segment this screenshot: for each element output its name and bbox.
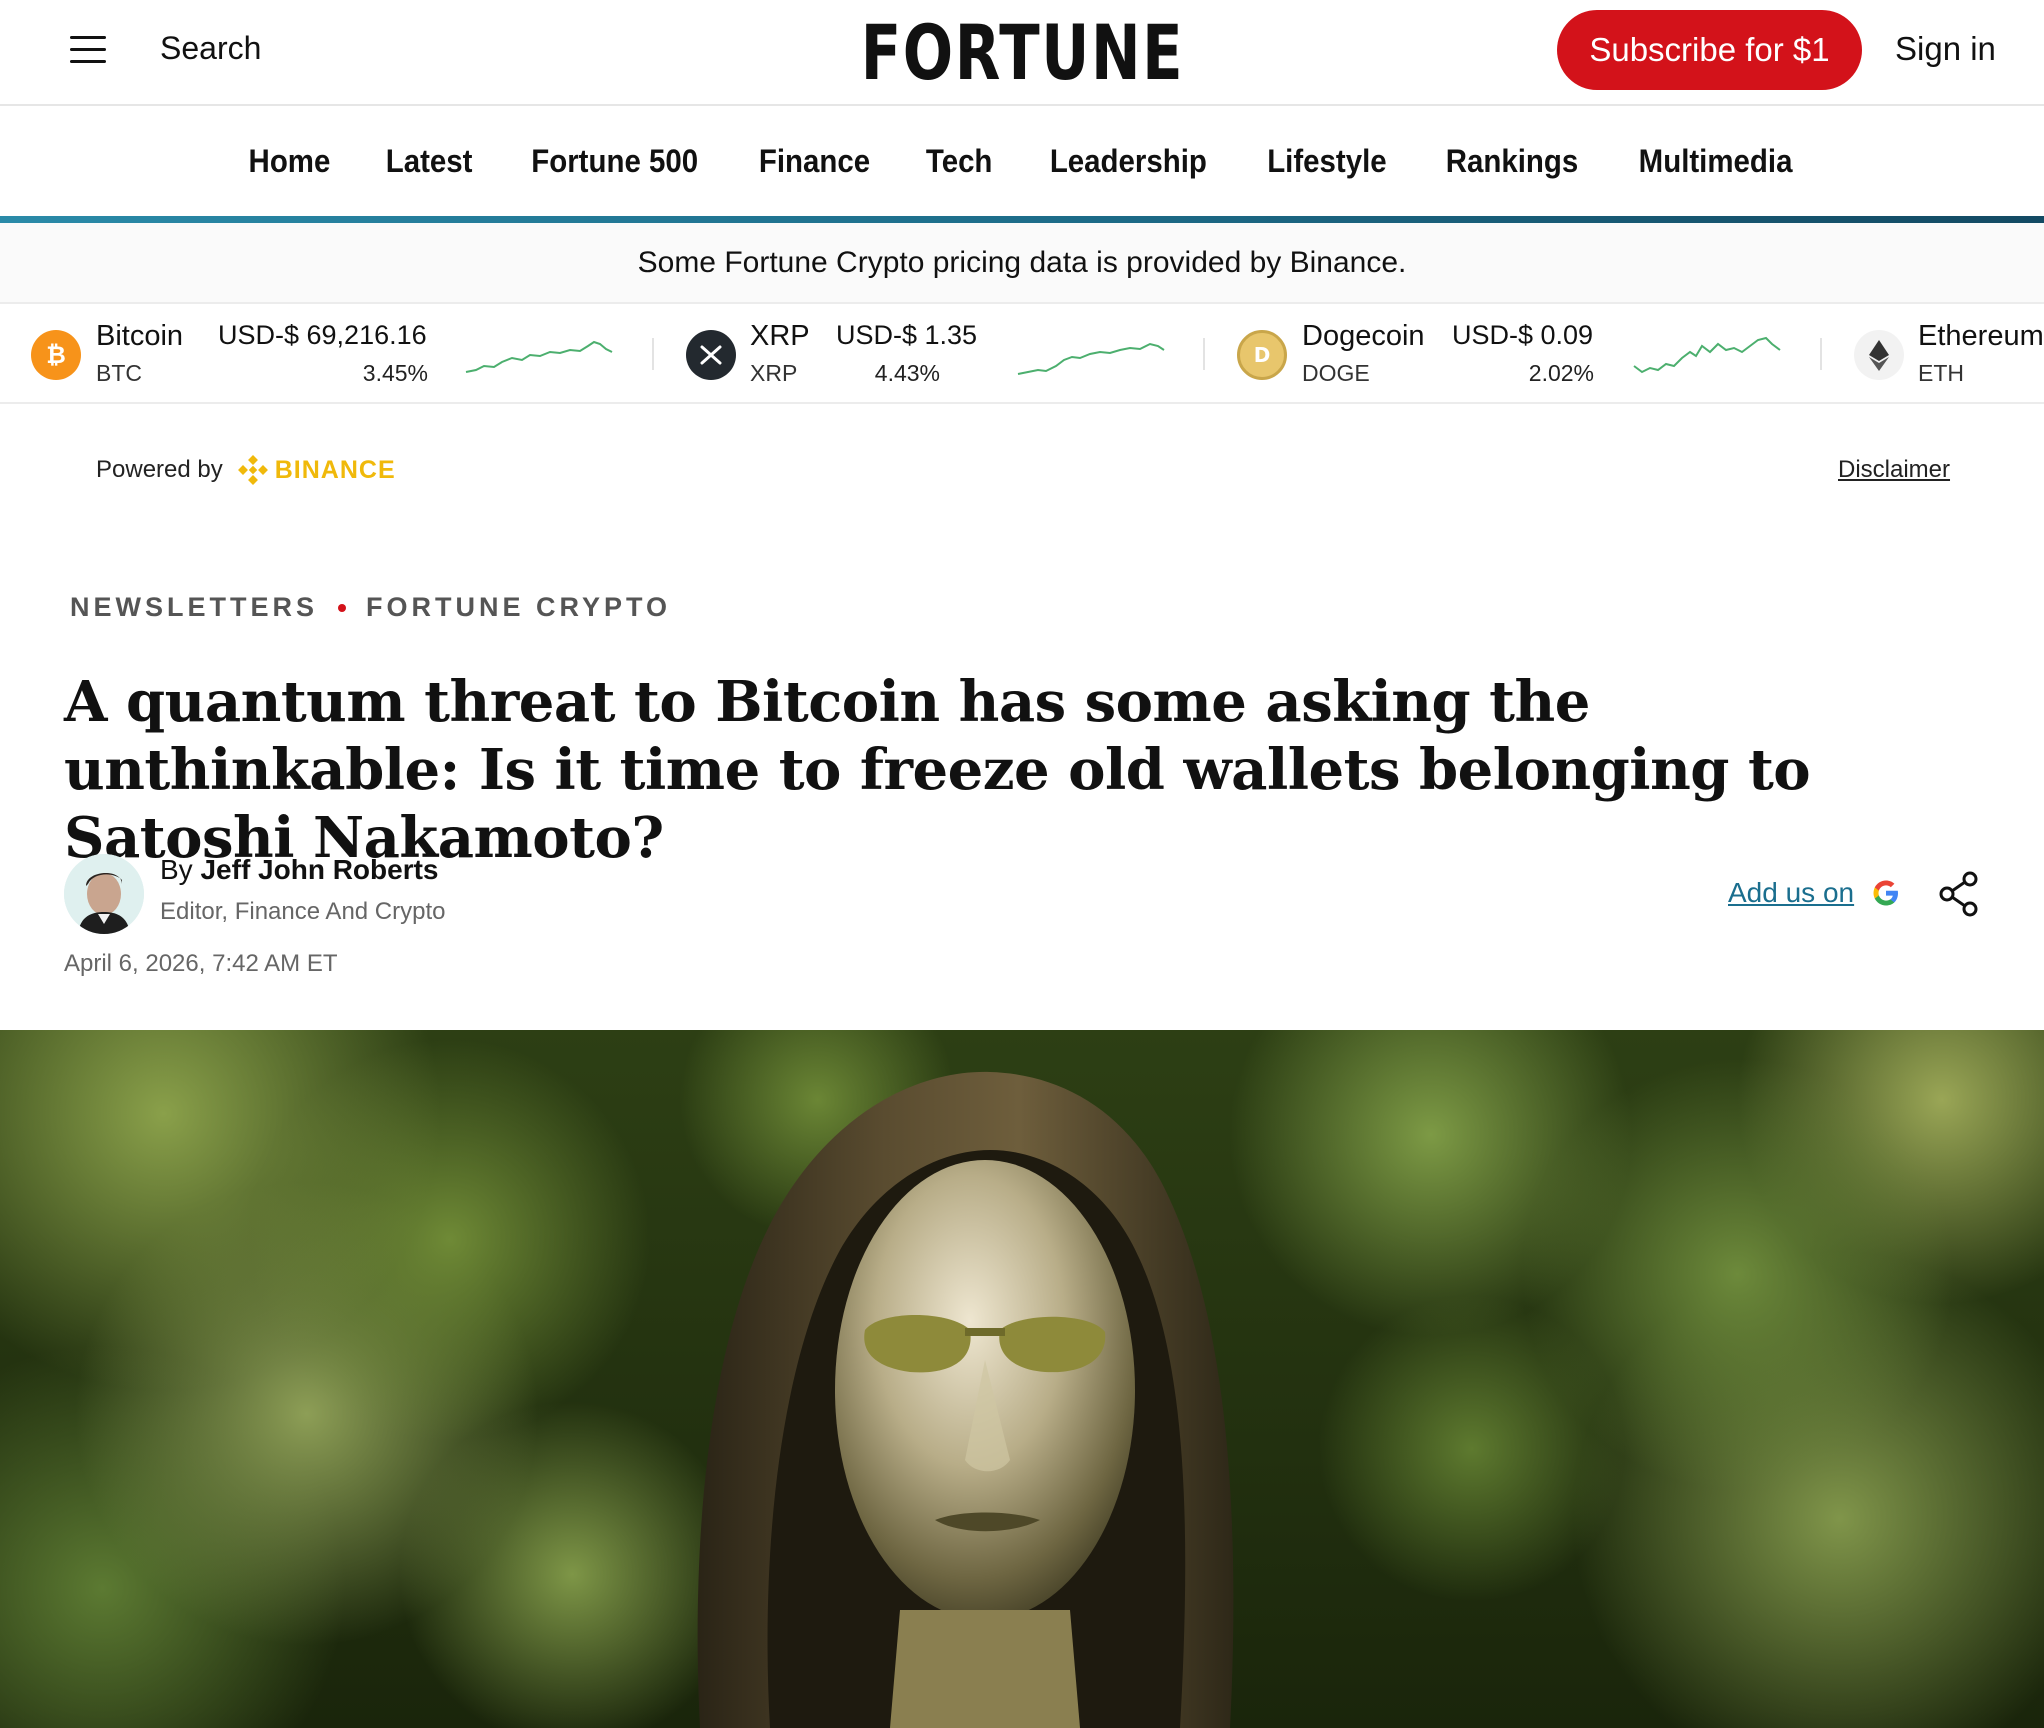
ticker-item-bitcoin[interactable]: ₿ Bitcoin BTC USD-$ 69,216.16 3.45% xyxy=(0,304,660,402)
byline-prefix: By xyxy=(160,854,193,885)
coin-name: Dogecoin xyxy=(1302,320,1425,352)
coin-price: USD-$ 1.35 xyxy=(836,320,978,350)
binance-wordmark: BINANCE xyxy=(274,455,396,484)
author-avatar[interactable] xyxy=(64,854,144,934)
ticker-divider xyxy=(1203,338,1205,370)
nav-item-home[interactable]: Home xyxy=(249,143,331,180)
powered-by-label: Powered by xyxy=(96,456,223,483)
dogecoin-icon: D xyxy=(1237,330,1287,380)
coin-change: 2.02% xyxy=(1528,360,1594,386)
coin-name: Ethereum xyxy=(1918,320,2044,352)
coin-symbol: BTC xyxy=(96,360,142,386)
author-role: Editor, Finance And Crypto xyxy=(160,898,446,925)
nav-item-finance[interactable]: Finance xyxy=(759,143,870,180)
author-name-link[interactable]: Jeff John Roberts xyxy=(200,854,438,885)
coin-name: XRP xyxy=(750,320,810,352)
svg-text:₿: ₿ xyxy=(46,341,66,369)
signin-link[interactable]: Sign in xyxy=(1895,30,1996,68)
ticker-divider xyxy=(652,338,654,370)
coin-change: 4.43% xyxy=(874,360,940,386)
coin-symbol: DOGE xyxy=(1302,360,1370,386)
ticker-item-ethereum[interactable]: Ethereum ETH xyxy=(1830,304,2044,402)
nav-item-fortune-500[interactable]: Fortune 500 xyxy=(532,143,699,180)
top-header: Search FORTUNE Subscribe for $1 Sign in xyxy=(0,0,2044,106)
share-icon[interactable] xyxy=(1937,870,1981,918)
article-headline: A quantum threat to Bitcoin has some ask… xyxy=(64,669,1811,871)
coin-symbol: ETH xyxy=(1918,360,1964,386)
disclaimer-link[interactable]: Disclaimer xyxy=(1838,456,1950,484)
binance-icon xyxy=(237,455,268,485)
kicker-fortune-crypto-link[interactable]: FORTUNE CRYPTO xyxy=(366,592,671,623)
nav-item-tech[interactable]: Tech xyxy=(926,143,993,180)
google-icon xyxy=(1873,880,1899,906)
nav-item-lifestyle[interactable]: Lifestyle xyxy=(1267,143,1386,180)
ethereum-icon xyxy=(1854,330,1904,380)
bitcoin-icon: ₿ xyxy=(31,330,81,380)
author-byline: By Jeff John Roberts xyxy=(160,854,439,886)
ticker-item-dogecoin[interactable]: D Dogecoin DOGE USD-$ 0.09 2.02% xyxy=(1210,304,1810,402)
sparkline-chart xyxy=(1633,336,1781,374)
ticker-divider xyxy=(1820,338,1822,370)
menu-icon[interactable] xyxy=(70,34,106,64)
nav-divider xyxy=(0,216,2044,223)
coin-change: 3.45% xyxy=(362,360,428,386)
ticker-item-xrp[interactable]: XRP XRP USD-$ 1.35 4.43% xyxy=(660,304,1200,402)
article-kicker: NEWSLETTERS FORTUNE CRYPTO xyxy=(70,592,671,623)
main-nav: Home Latest Fortune 500 Finance Tech Lea… xyxy=(0,106,2044,216)
subscribe-button[interactable]: Subscribe for $1 xyxy=(1557,10,1862,90)
hero-image-satoshi-statue xyxy=(0,1030,2044,1728)
coin-name: Bitcoin xyxy=(96,320,184,352)
powered-by: Powered by BINANCE xyxy=(96,454,396,486)
nav-item-latest[interactable]: Latest xyxy=(386,143,473,180)
sparkline-chart xyxy=(1017,342,1165,375)
kicker-separator xyxy=(338,603,347,612)
xrp-icon xyxy=(686,330,736,380)
kicker-newsletters-link[interactable]: NEWSLETTERS xyxy=(70,592,318,623)
binance-logo[interactable]: BINANCE xyxy=(237,454,396,486)
publish-date: April 6, 2026, 7:42 AM ET xyxy=(64,950,338,977)
add-us-label: Add us on xyxy=(1728,877,1855,908)
nav-item-multimedia[interactable]: Multimedia xyxy=(1638,143,1792,180)
sparkline-chart xyxy=(465,340,613,373)
nav-item-rankings[interactable]: Rankings xyxy=(1445,143,1578,180)
coin-price: USD-$ 69,216.16 xyxy=(218,320,427,350)
nav-item-leadership[interactable]: Leadership xyxy=(1050,143,1207,180)
crypto-ticker: ₿ Bitcoin BTC USD-$ 69,216.16 3.45% XRP … xyxy=(0,304,2044,404)
crypto-pricing-notice: Some Fortune Crypto pricing data is prov… xyxy=(0,223,2044,304)
add-us-on-google-link[interactable]: Add us on xyxy=(1728,877,1902,909)
svg-text:D: D xyxy=(1254,343,1271,367)
coin-price: USD-$ 0.09 xyxy=(1452,320,1594,350)
